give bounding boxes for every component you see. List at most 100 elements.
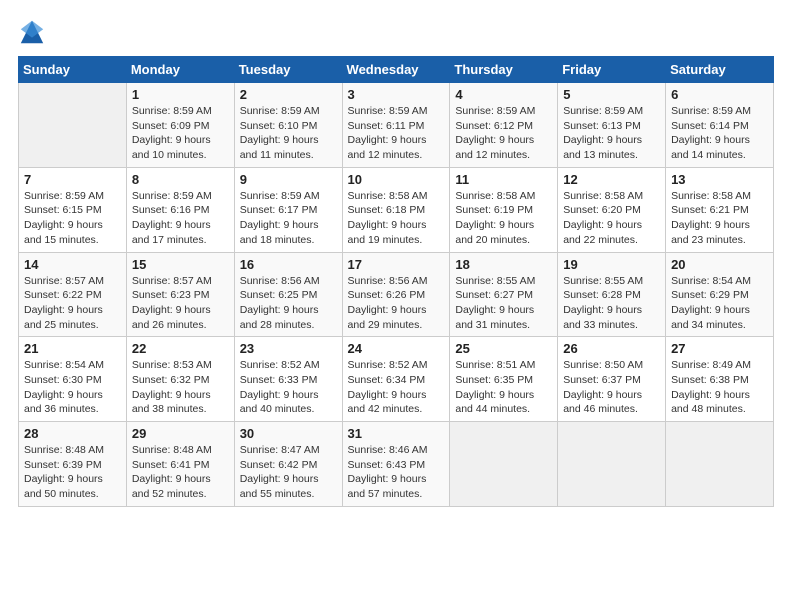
day-cell: 10 Sunrise: 8:58 AMSunset: 6:18 PMDayligh… [342,167,450,252]
day-number: 25 [455,341,552,356]
day-detail: Sunrise: 8:59 AMSunset: 6:17 PMDaylight:… [240,189,337,248]
day-detail: Sunrise: 8:55 AMSunset: 6:28 PMDaylight:… [563,274,660,333]
day-cell: 3Sunrise: 8:59 AMSunset: 6:11 PMDaylight… [342,83,450,168]
day-number: 20 [671,257,768,272]
day-cell: 27 Sunrise: 8:49 AMSunset: 6:38 PMDayligh… [666,337,774,422]
header-monday: Monday [126,57,234,83]
header-friday: Friday [558,57,666,83]
day-cell: 21 Sunrise: 8:54 AMSunset: 6:30 PMDayligh… [19,337,127,422]
day-cell: 17 Sunrise: 8:56 AMSunset: 6:26 PMDayligh… [342,252,450,337]
day-detail: Sunrise: 8:53 AMSunset: 6:32 PMDaylight:… [132,358,229,417]
week-row-2: 14Sunrise: 8:57 AMSunset: 6:22 PMDayligh… [19,252,774,337]
day-cell: 4 Sunrise: 8:59 AMSunset: 6:12 PMDaylight… [450,83,558,168]
day-cell: 24 Sunrise: 8:52 AMSunset: 6:34 PMDayligh… [342,337,450,422]
day-number: 17 [348,257,445,272]
header-tuesday: Tuesday [234,57,342,83]
day-detail: Sunrise: 8:59 AMSunset: 6:13 PMDaylight:… [563,104,660,163]
day-cell: 9 Sunrise: 8:59 AMSunset: 6:17 PMDaylight… [234,167,342,252]
day-detail: Sunrise: 8:57 AMSunset: 6:22 PMDaylight:… [24,274,121,333]
day-cell: 6 Sunrise: 8:59 AMSunset: 6:14 PMDaylight… [666,83,774,168]
day-cell: 14Sunrise: 8:57 AMSunset: 6:22 PMDayligh… [19,252,127,337]
day-detail: Sunrise: 8:55 AMSunset: 6:27 PMDaylight:… [455,274,552,333]
day-cell [666,422,774,507]
day-number: 31 [348,426,445,441]
day-number: 12 [563,172,660,187]
day-detail: Sunrise: 8:54 AMSunset: 6:30 PMDaylight:… [24,358,121,417]
day-cell: 19 Sunrise: 8:55 AMSunset: 6:28 PMDayligh… [558,252,666,337]
logo-area [18,18,50,46]
day-number: 26 [563,341,660,356]
day-cell: 2 Sunrise: 8:59 AMSunset: 6:10 PMDaylight… [234,83,342,168]
day-cell: 25 Sunrise: 8:51 AMSunset: 6:35 PMDayligh… [450,337,558,422]
day-cell: 31Sunrise: 8:46 AMSunset: 6:43 PMDayligh… [342,422,450,507]
week-row-3: 21 Sunrise: 8:54 AMSunset: 6:30 PMDayligh… [19,337,774,422]
day-number: 29 [132,426,229,441]
day-number: 24 [348,341,445,356]
day-number: 15 [132,257,229,272]
day-cell: 28Sunrise: 8:48 AMSunset: 6:39 PMDayligh… [19,422,127,507]
day-cell: 30 Sunrise: 8:47 AMSunset: 6:42 PMDayligh… [234,422,342,507]
calendar-header-row: SundayMondayTuesdayWednesdayThursdayFrid… [19,57,774,83]
day-number: 13 [671,172,768,187]
header-saturday: Saturday [666,57,774,83]
day-detail: Sunrise: 8:58 AMSunset: 6:21 PMDaylight:… [671,189,768,248]
day-cell: 16Sunrise: 8:56 AMSunset: 6:25 PMDayligh… [234,252,342,337]
day-cell: 20Sunrise: 8:54 AMSunset: 6:29 PMDayligh… [666,252,774,337]
day-cell: 7 Sunrise: 8:59 AMSunset: 6:15 PMDaylight… [19,167,127,252]
day-detail: Sunrise: 8:47 AMSunset: 6:42 PMDaylight:… [240,443,337,502]
day-detail: Sunrise: 8:59 AMSunset: 6:15 PMDaylight:… [24,189,121,248]
day-number: 27 [671,341,768,356]
day-number: 8 [132,172,229,187]
day-number: 22 [132,341,229,356]
day-cell: 13 Sunrise: 8:58 AMSunset: 6:21 PMDayligh… [666,167,774,252]
day-number: 11 [455,172,552,187]
header-wednesday: Wednesday [342,57,450,83]
day-cell: 23 Sunrise: 8:52 AMSunset: 6:33 PMDayligh… [234,337,342,422]
day-number: 23 [240,341,337,356]
day-number: 9 [240,172,337,187]
day-number: 10 [348,172,445,187]
day-detail: Sunrise: 8:59 AMSunset: 6:14 PMDaylight:… [671,104,768,163]
day-number: 19 [563,257,660,272]
day-cell: 11 Sunrise: 8:58 AMSunset: 6:19 PMDayligh… [450,167,558,252]
day-cell [450,422,558,507]
day-number: 3 [348,87,445,102]
day-cell: 1Sunrise: 8:59 AMSunset: 6:09 PMDaylight… [126,83,234,168]
day-detail: Sunrise: 8:58 AMSunset: 6:19 PMDaylight:… [455,189,552,248]
day-cell: 22 Sunrise: 8:53 AMSunset: 6:32 PMDayligh… [126,337,234,422]
day-number: 5 [563,87,660,102]
day-detail: Sunrise: 8:51 AMSunset: 6:35 PMDaylight:… [455,358,552,417]
day-detail: Sunrise: 8:52 AMSunset: 6:34 PMDaylight:… [348,358,445,417]
day-detail: Sunrise: 8:58 AMSunset: 6:18 PMDaylight:… [348,189,445,248]
day-number: 4 [455,87,552,102]
day-detail: Sunrise: 8:59 AMSunset: 6:12 PMDaylight:… [455,104,552,163]
day-number: 2 [240,87,337,102]
day-detail: Sunrise: 8:57 AMSunset: 6:23 PMDaylight:… [132,274,229,333]
day-detail: Sunrise: 8:50 AMSunset: 6:37 PMDaylight:… [563,358,660,417]
day-cell: 18Sunrise: 8:55 AMSunset: 6:27 PMDayligh… [450,252,558,337]
day-cell [558,422,666,507]
day-detail: Sunrise: 8:59 AMSunset: 6:09 PMDaylight:… [132,104,229,163]
page: SundayMondayTuesdayWednesdayThursdayFrid… [0,0,792,612]
day-detail: Sunrise: 8:48 AMSunset: 6:39 PMDaylight:… [24,443,121,502]
day-number: 30 [240,426,337,441]
day-cell [19,83,127,168]
day-detail: Sunrise: 8:52 AMSunset: 6:33 PMDaylight:… [240,358,337,417]
day-detail: Sunrise: 8:59 AMSunset: 6:10 PMDaylight:… [240,104,337,163]
day-detail: Sunrise: 8:48 AMSunset: 6:41 PMDaylight:… [132,443,229,502]
logo-icon [18,18,46,46]
day-detail: Sunrise: 8:49 AMSunset: 6:38 PMDaylight:… [671,358,768,417]
week-row-1: 7 Sunrise: 8:59 AMSunset: 6:15 PMDaylight… [19,167,774,252]
day-cell: 15 Sunrise: 8:57 AMSunset: 6:23 PMDayligh… [126,252,234,337]
day-number: 21 [24,341,121,356]
header-sunday: Sunday [19,57,127,83]
day-number: 7 [24,172,121,187]
day-detail: Sunrise: 8:59 AMSunset: 6:16 PMDaylight:… [132,189,229,248]
day-number: 6 [671,87,768,102]
day-cell: 12Sunrise: 8:58 AMSunset: 6:20 PMDayligh… [558,167,666,252]
week-row-4: 28Sunrise: 8:48 AMSunset: 6:39 PMDayligh… [19,422,774,507]
day-detail: Sunrise: 8:56 AMSunset: 6:26 PMDaylight:… [348,274,445,333]
week-row-0: 1Sunrise: 8:59 AMSunset: 6:09 PMDaylight… [19,83,774,168]
calendar-table: SundayMondayTuesdayWednesdayThursdayFrid… [18,56,774,507]
day-cell: 5 Sunrise: 8:59 AMSunset: 6:13 PMDaylight… [558,83,666,168]
